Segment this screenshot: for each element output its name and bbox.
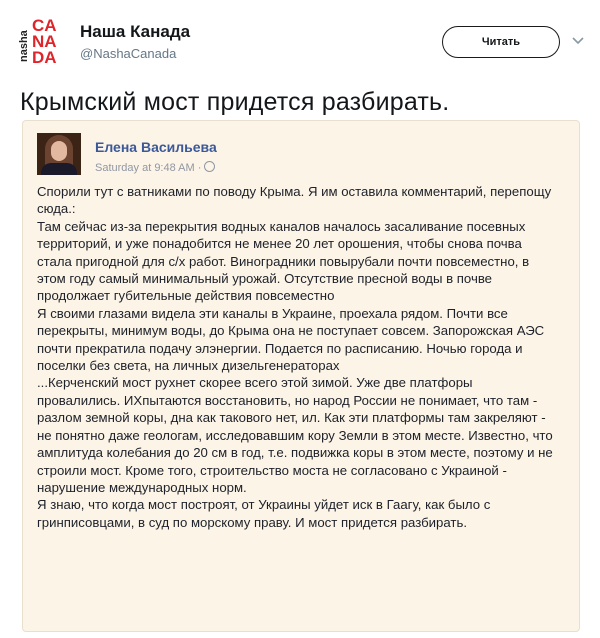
logo-side-text: nasha — [18, 30, 30, 62]
chevron-down-icon[interactable] — [570, 32, 586, 48]
tweet-header: nasha CA NA DA Наша Канада @NashaCanada … — [18, 14, 588, 66]
post-paragraph: Я знаю, что когда мост построят, от Укра… — [37, 497, 491, 530]
post-paragraph: Спорили тут с ватниками по поводу Крыма.… — [37, 184, 552, 217]
logo-line-3: DA — [32, 48, 57, 67]
embedded-post-screenshot: Елена Васильева Saturday at 9:48 AM · Сп… — [22, 120, 580, 632]
tweet-text: Крымский мост придется разбирать. — [20, 88, 450, 116]
post-body: Спорили тут с ватниками по поводу Крыма.… — [37, 183, 557, 531]
post-timestamp-text: Saturday at 9:48 AM · — [95, 162, 202, 174]
post-paragraph: Там сейчас из-за перекрытия водных канал… — [37, 218, 530, 304]
globe-icon — [204, 161, 216, 172]
post-paragraph: Я своими глазами видела эти каналы в Укр… — [37, 305, 545, 374]
account-logo[interactable]: nasha CA NA DA — [18, 17, 70, 68]
post-author: Елена Васильева — [95, 139, 217, 155]
avatar — [37, 133, 81, 175]
post-paragraph: ...Керченский мост рухнет скорее всего э… — [37, 375, 553, 495]
follow-button[interactable]: Читать — [442, 26, 560, 58]
post-timestamp: Saturday at 9:48 AM · — [95, 161, 216, 174]
account-handle[interactable]: @NashaCanada — [80, 46, 176, 61]
account-display-name[interactable]: Наша Канада — [80, 22, 190, 42]
